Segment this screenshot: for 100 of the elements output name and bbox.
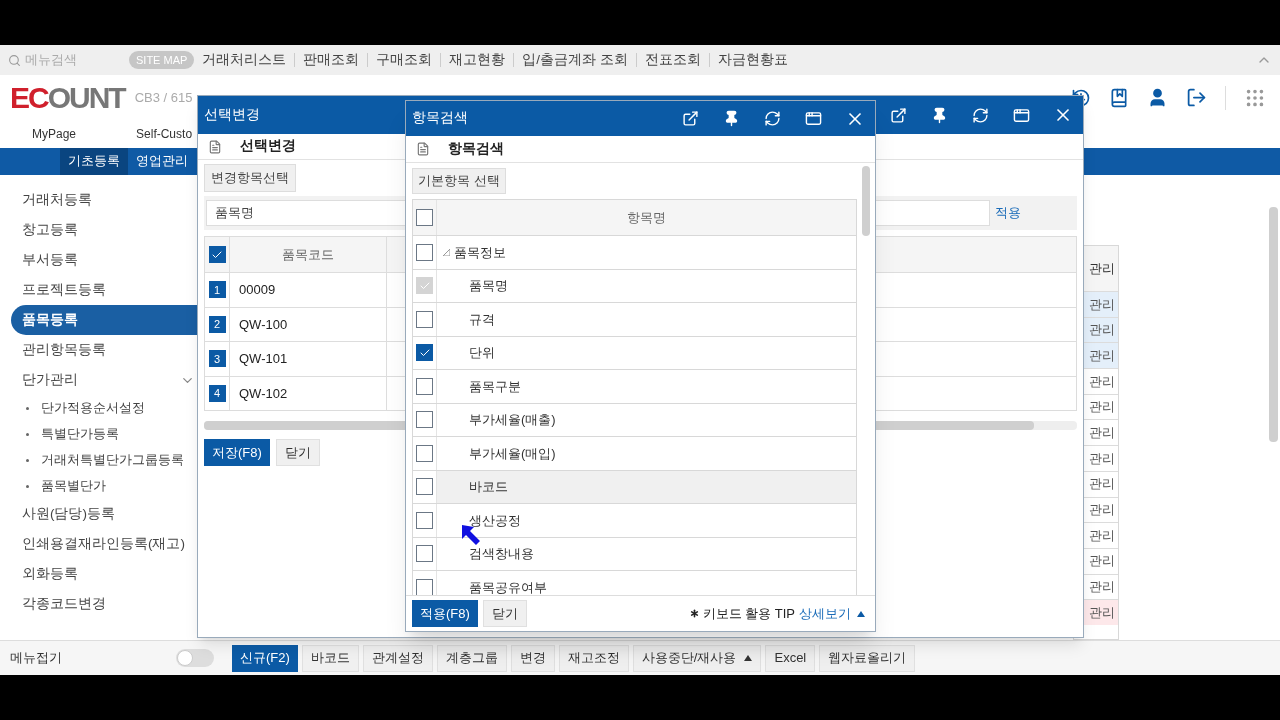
preset-button[interactable]: 기본항목 선택 (412, 168, 506, 194)
logo[interactable]: ECOUNT (10, 75, 125, 120)
button[interactable]: Excel (765, 644, 816, 672)
search-icon[interactable] (8, 53, 21, 67)
item-label: 품목구분 (469, 377, 521, 396)
sidebar-subitem[interactable]: 단가적용순서설정 (0, 395, 197, 421)
caret-icon (744, 655, 753, 661)
checkbox[interactable] (416, 344, 433, 362)
checkbox[interactable] (416, 209, 433, 226)
header-link[interactable]: Self-Custo (136, 125, 193, 143)
sidebar-subitem[interactable]: 품목별단가 (0, 473, 197, 499)
dialog-title: 선택변경 (204, 105, 260, 124)
checkbox[interactable] (416, 243, 433, 261)
button[interactable]: 웹자료올리기 (819, 644, 916, 672)
button[interactable]: 신규(F2) (232, 644, 298, 672)
select-items-button[interactable]: 변경항목선택 (204, 164, 296, 192)
dialog-heading: 항목검색 (448, 139, 504, 158)
logout-icon[interactable] (1186, 87, 1207, 108)
checkbox[interactable] (416, 377, 433, 395)
sidebar-item[interactable]: 거래처등록 (11, 185, 197, 215)
sidebar-item[interactable]: 외화등록 (11, 559, 197, 589)
nav-link[interactable]: 판매조회 (303, 49, 360, 71)
dialog-heading: 선택변경 (240, 137, 296, 156)
toggle-switch[interactable] (176, 649, 214, 667)
scrollbar[interactable] (862, 166, 870, 236)
menu-tab[interactable]: 기초등록 (60, 148, 128, 175)
item-label: 부가세율(매입) (469, 444, 556, 463)
account-label: CB3 / 615 (134, 88, 193, 107)
button[interactable]: 닫기 (482, 600, 527, 627)
sidebar-subitem[interactable]: 거래처특별단가그룹등록 (0, 447, 197, 473)
checkbox[interactable] (416, 310, 433, 328)
expander-icon[interactable] (443, 248, 450, 256)
button[interactable]: 사용중단/재사용 (632, 644, 762, 672)
table-cell: QW-100 (230, 307, 387, 341)
item-label: 단위 (469, 344, 495, 362)
item-label: 부가세율(매출) (469, 411, 556, 429)
document-icon (416, 142, 430, 156)
button[interactable]: 관계설정 (362, 644, 433, 672)
nav-link[interactable]: 재고현황 (449, 49, 506, 71)
list-row[interactable]: 부가세율(매입) (413, 437, 856, 471)
button[interactable]: 적용(F8) (412, 600, 478, 627)
row-number: 1 (208, 281, 226, 299)
sidebar-item[interactable]: 단가관리 (11, 365, 197, 395)
nav-link[interactable]: 입/출금계좌 조회 (522, 49, 628, 71)
row-number: 3 (208, 350, 226, 368)
row-number: 2 (208, 315, 226, 333)
column-header: 항목명 (626, 208, 667, 227)
list-row[interactable]: 검색창내용 (413, 537, 856, 571)
list-row[interactable]: 품목구분 (413, 370, 856, 404)
checkbox[interactable] (416, 511, 433, 529)
sidebar-item[interactable]: 품목등록 (11, 305, 197, 335)
item-label: 생산공정 (469, 511, 521, 530)
checkbox[interactable] (416, 478, 433, 496)
scrollbar[interactable] (1269, 207, 1278, 442)
list-row[interactable]: 규격 (413, 303, 856, 337)
document-icon (208, 139, 222, 154)
button[interactable]: 저장(F8) (204, 439, 270, 466)
checkbox[interactable] (416, 444, 433, 462)
menu-tab[interactable]: 영업관리 (128, 148, 196, 175)
checkbox[interactable] (416, 545, 433, 563)
item-label: 품목정보 (454, 243, 506, 262)
bookmark-icon[interactable] (1109, 87, 1129, 108)
nav-link[interactable]: 전표조회 (644, 49, 701, 71)
list-row[interactable]: 부가세율(매출) (413, 403, 856, 437)
bullet-icon (26, 458, 29, 462)
list-row[interactable]: 품목정보 (413, 236, 856, 270)
details-link[interactable]: 상세보기 (799, 603, 851, 624)
sidebar-subitem[interactable]: 특별단가등록 (0, 421, 197, 447)
nav-link[interactable]: 거래처리스트 (202, 49, 287, 71)
list-row[interactable]: 바코드 (413, 470, 856, 504)
sidebar-item[interactable]: 인쇄용결재라인등록(재고) (11, 529, 197, 559)
list-row[interactable]: 생산공정 (413, 504, 856, 538)
sidebar-item[interactable]: 창고등록 (11, 215, 197, 245)
caret-icon[interactable] (857, 610, 865, 617)
button[interactable]: 재고조정 (558, 644, 629, 672)
row-number: 4 (208, 384, 226, 402)
item-label: 품목명 (469, 277, 508, 295)
checkbox[interactable] (416, 578, 433, 595)
sidebar-item[interactable]: 관리항목등록 (11, 335, 197, 365)
item-label: 검색창내용 (469, 545, 534, 563)
apply-link[interactable]: 적용 (995, 203, 1021, 223)
checkbox[interactable] (208, 246, 226, 263)
sidebar-item[interactable]: 사원(담당)등록 (11, 499, 197, 529)
checkbox[interactable] (416, 411, 433, 429)
button[interactable]: 변경 (510, 644, 555, 672)
nav-link[interactable]: 자금현황표 (717, 49, 788, 71)
button[interactable]: 계층그룹 (436, 644, 507, 672)
menu-search-field[interactable]: 메뉴검색 (25, 50, 105, 70)
sidebar-item[interactable]: 각종코드변경 (11, 589, 197, 619)
header-link[interactable]: MyPage (32, 125, 77, 143)
item-label: 바코드 (469, 478, 508, 496)
nav-link[interactable]: 구매조회 (376, 49, 433, 71)
sidebar-item[interactable]: 부서등록 (11, 245, 197, 275)
table-cell: QW-102 (230, 376, 387, 410)
list-row[interactable]: 단위 (413, 336, 856, 370)
menu-collapse-label: 메뉴접기 (10, 649, 62, 668)
sidebar-item[interactable]: 프로젝트등록 (11, 275, 197, 305)
button[interactable]: 바코드 (301, 644, 359, 672)
item-label: 품목공유여부 (469, 578, 547, 595)
button[interactable]: 닫기 (275, 439, 320, 466)
